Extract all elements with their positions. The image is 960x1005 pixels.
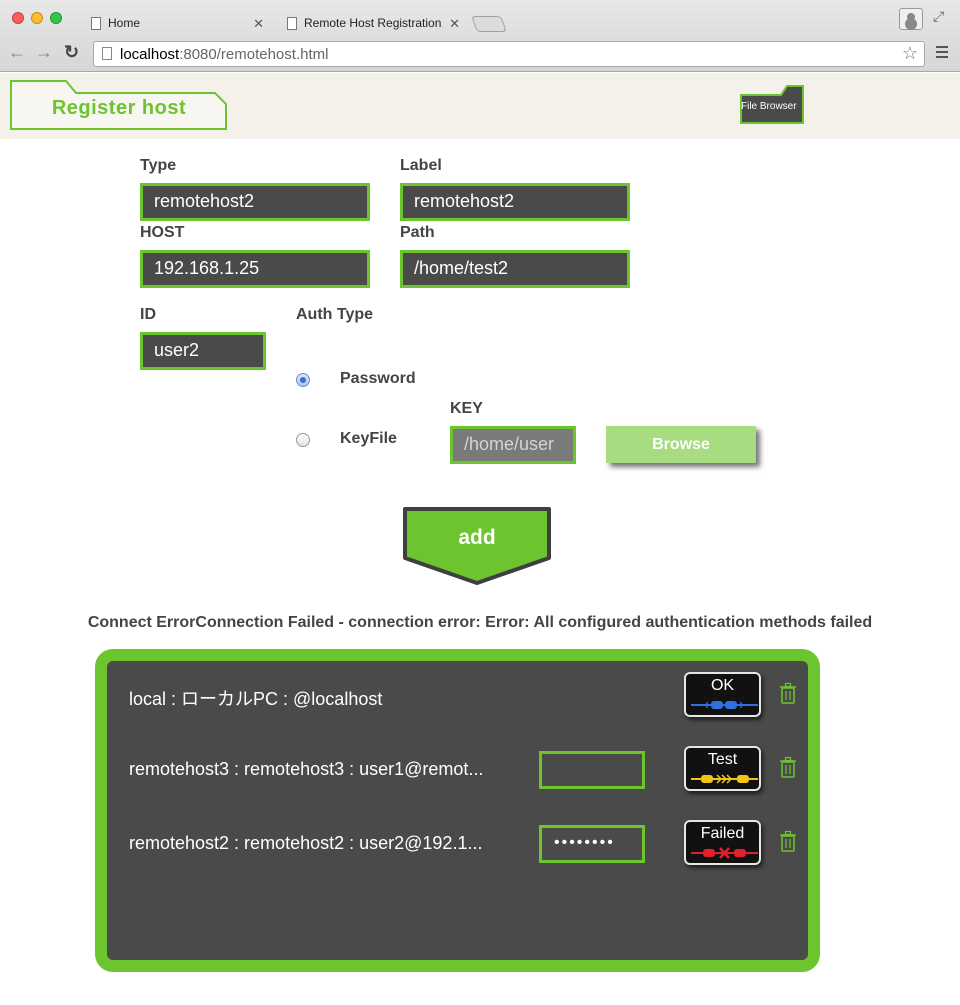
add-button-label: add <box>458 526 496 549</box>
reload-button[interactable]: ↻ <box>64 42 79 63</box>
password-radio-label: Password <box>340 370 416 387</box>
password-field[interactable]: •••••••• <box>539 825 645 863</box>
host-row-label: remotehost2 : remotehost2 : user2@192.1.… <box>129 833 483 853</box>
host-label: HOST <box>140 224 185 241</box>
trash-icon[interactable] <box>779 830 797 852</box>
browse-button[interactable]: Browse <box>606 426 756 463</box>
password-field[interactable] <box>539 751 645 789</box>
minimize-window-button[interactable] <box>31 12 43 24</box>
browser-tab-remote-host[interactable]: Remote Host Registration ✕ <box>276 9 468 38</box>
status-test-button[interactable]: Test <box>684 746 761 791</box>
file-browser-label: File Browser <box>741 101 797 112</box>
id-field[interactable]: user2 <box>140 332 266 370</box>
connection-ok-icon <box>691 701 758 709</box>
register-host-tab[interactable]: Register host <box>10 80 228 130</box>
menu-icon[interactable] <box>936 46 948 58</box>
label-label: Label <box>400 157 442 174</box>
tab-label: Remote Host Registration <box>304 16 442 30</box>
path-label: Path <box>400 224 435 241</box>
close-tab-icon[interactable]: ✕ <box>449 9 460 38</box>
label-field[interactable]: remotehost2 <box>400 183 630 221</box>
add-button[interactable]: add <box>402 506 552 586</box>
file-browser-tab[interactable]: File Browser <box>739 84 805 124</box>
auth-type-label: Auth Type <box>296 306 374 323</box>
fullscreen-icon[interactable]: ⤢ <box>933 8 944 25</box>
status-ok-button[interactable]: OK <box>684 672 761 717</box>
id-label: ID <box>140 306 156 323</box>
profile-icon[interactable] <box>899 8 923 30</box>
url-text: localhost:8080/remotehost.html <box>120 46 329 63</box>
host-row-label: local : ローカルPC : @localhost <box>129 689 383 709</box>
zoom-window-button[interactable] <box>50 12 62 24</box>
register-host-label: Register host <box>51 97 187 119</box>
type-label: Type <box>140 157 177 174</box>
browser-tab-home[interactable]: Home ✕ <box>80 9 272 38</box>
host-field[interactable]: 192.168.1.25 <box>140 250 370 288</box>
page-icon <box>287 17 297 30</box>
keyfile-radio-label: KeyFile <box>340 430 397 447</box>
new-tab-button[interactable] <box>471 16 507 32</box>
status-label: OK <box>710 677 735 694</box>
close-window-button[interactable] <box>12 12 24 24</box>
close-tab-icon[interactable]: ✕ <box>253 9 264 38</box>
trash-icon[interactable] <box>779 682 797 704</box>
bookmark-star-icon[interactable]: ☆ <box>902 43 918 64</box>
host-row-label: remotehost3 : remotehost3 : user1@remot.… <box>129 759 484 779</box>
key-file-field[interactable]: /home/user <box>450 426 576 464</box>
path-field[interactable]: /home/test2 <box>400 250 630 288</box>
trash-icon[interactable] <box>779 756 797 778</box>
key-label: KEY <box>450 400 483 417</box>
status-label: Test <box>707 751 738 768</box>
tab-label: Home <box>108 16 141 30</box>
connection-test-icon <box>691 774 758 784</box>
address-bar[interactable]: localhost:8080/remotehost.html ☆ <box>93 41 925 67</box>
type-field[interactable]: remotehost2 <box>140 183 370 221</box>
forward-button[interactable]: → <box>35 42 53 63</box>
status-label: Failed <box>700 825 745 842</box>
page-icon <box>102 47 112 60</box>
back-button[interactable]: ← <box>8 42 26 63</box>
keyfile-radio[interactable] <box>296 433 310 447</box>
status-failed-button[interactable]: Failed <box>684 820 761 865</box>
browser-chrome: Home ✕ Remote Host Registration ✕ ⤢ ← → … <box>0 0 960 72</box>
password-radio[interactable] <box>296 373 310 387</box>
page-icon <box>91 17 101 30</box>
error-message: Connect ErrorConnection Failed - connect… <box>87 614 873 631</box>
connection-failed-icon <box>691 847 758 859</box>
